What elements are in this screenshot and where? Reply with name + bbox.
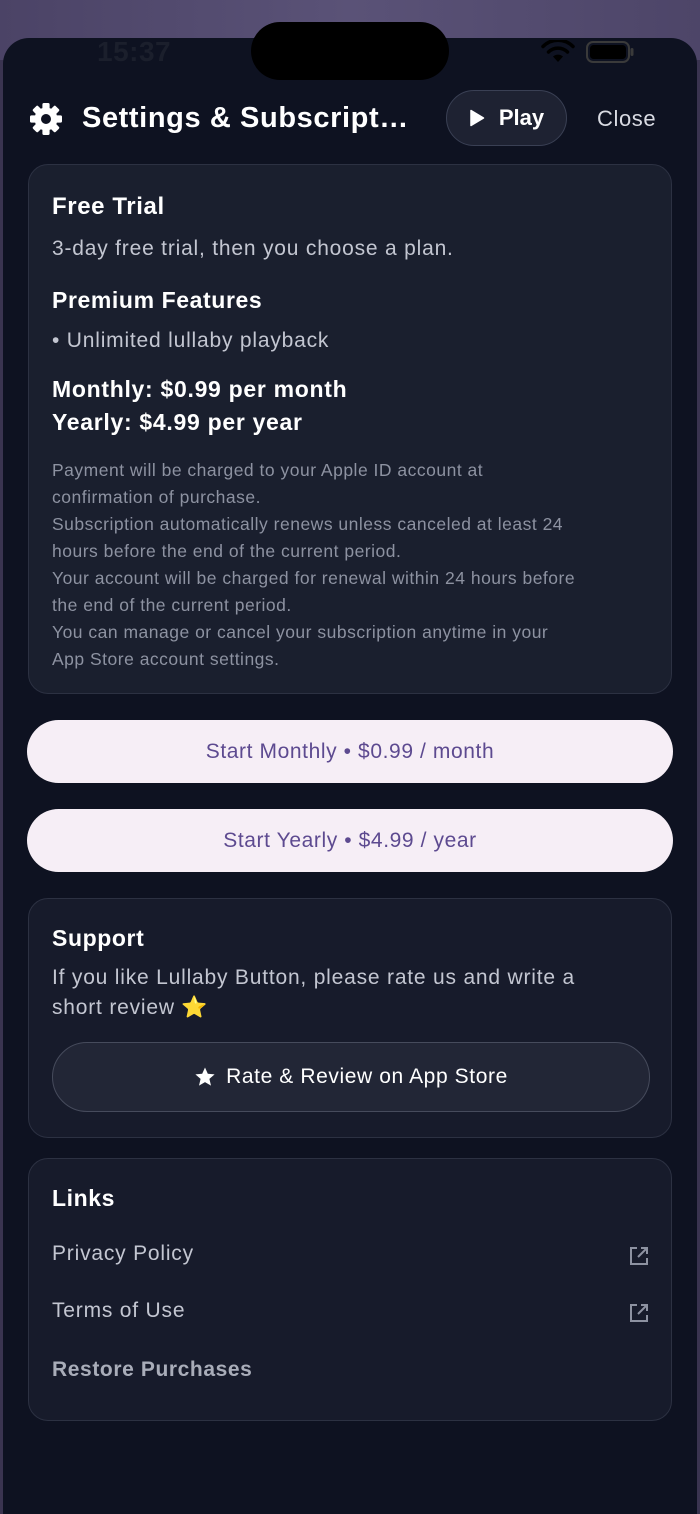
play-icon bbox=[470, 109, 485, 127]
links-heading: Links bbox=[52, 1185, 116, 1211]
close-button[interactable]: Close bbox=[597, 106, 656, 132]
privacy-policy-link[interactable]: Privacy Policy bbox=[52, 1236, 650, 1276]
links-card: Links Privacy Policy Terms of Use Restor… bbox=[28, 1158, 672, 1421]
subscription-card: Free Trial 3-day free trial, then you ch… bbox=[28, 164, 672, 694]
legal-text: Payment will be charged to your Apple ID… bbox=[52, 457, 652, 673]
restore-purchases-button[interactable]: Restore Purchases bbox=[52, 1358, 252, 1382]
dynamic-island bbox=[251, 22, 449, 80]
legal-line: Your account will be charged for renewal… bbox=[52, 568, 576, 588]
terms-of-use-link[interactable]: Terms of Use bbox=[52, 1293, 650, 1333]
battery-icon bbox=[586, 41, 634, 63]
star-icon bbox=[195, 1067, 215, 1086]
page-title: Settings & Subscript… bbox=[82, 102, 409, 134]
support-text-line2: short review ⭐ bbox=[52, 996, 209, 1019]
play-label: Play bbox=[498, 105, 545, 130]
legal-line: Payment will be charged to your Apple ID… bbox=[52, 460, 484, 480]
external-link-icon bbox=[630, 1304, 648, 1322]
trial-heading: Free Trial bbox=[52, 193, 165, 220]
monthly-price: Monthly: $0.99 per month bbox=[52, 376, 348, 402]
start-yearly-button[interactable]: Start Yearly • $4.99 / year bbox=[27, 809, 673, 872]
legal-line: the end of the current period. bbox=[52, 595, 292, 615]
support-text-line1: If you like Lullaby Button, please rate … bbox=[52, 966, 575, 989]
legal-line: confirmation of purchase. bbox=[52, 487, 261, 507]
privacy-policy-label: Privacy Policy bbox=[52, 1242, 194, 1265]
terms-of-use-label: Terms of Use bbox=[52, 1299, 186, 1322]
status-time: 15:37 bbox=[97, 36, 172, 67]
external-link-icon bbox=[630, 1247, 648, 1265]
gear-icon bbox=[30, 103, 62, 135]
play-button[interactable]: Play bbox=[446, 90, 567, 146]
features-heading: Premium Features bbox=[52, 287, 263, 313]
legal-line: hours before the end of the current peri… bbox=[52, 541, 402, 561]
yearly-price: Yearly: $4.99 per year bbox=[52, 409, 303, 435]
support-card: Support If you like Lullaby Button, plea… bbox=[28, 898, 672, 1138]
wifi-icon bbox=[541, 40, 575, 62]
support-heading: Support bbox=[52, 925, 145, 951]
start-monthly-button[interactable]: Start Monthly • $0.99 / month bbox=[27, 720, 673, 783]
header: Settings & Subscript… Play Close bbox=[0, 90, 700, 148]
legal-line: Subscription automatically renews unless… bbox=[52, 514, 564, 534]
trial-text: 3-day free trial, then you choose a plan… bbox=[52, 237, 454, 260]
rate-review-button[interactable]: Rate & Review on App Store bbox=[52, 1042, 650, 1112]
feature-item: • Unlimited lullaby playback bbox=[52, 329, 330, 352]
legal-line: App Store account settings. bbox=[52, 649, 280, 669]
rate-review-label: Rate & Review on App Store bbox=[226, 1065, 508, 1088]
legal-line: You can manage or cancel your subscripti… bbox=[52, 622, 549, 642]
